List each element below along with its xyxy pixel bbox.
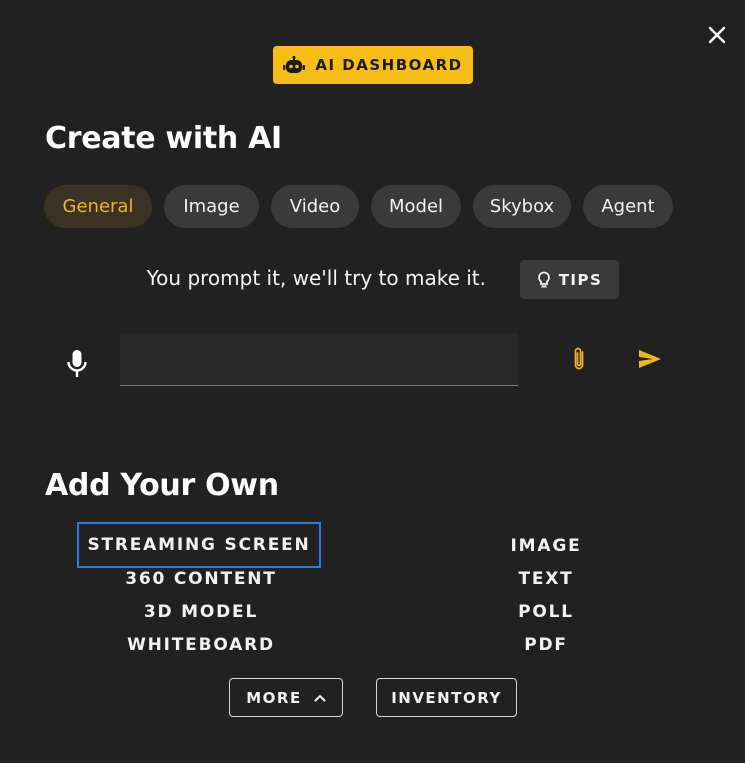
microphone-icon <box>67 350 87 377</box>
add-whiteboard[interactable]: WHITEBOARD <box>76 632 326 658</box>
send-button[interactable] <box>637 347 663 371</box>
add-image[interactable]: IMAGE <box>421 533 671 559</box>
chevron-up-icon <box>314 694 326 701</box>
attach-button[interactable] <box>568 345 590 373</box>
prompt-input[interactable] <box>120 333 518 386</box>
add-3d-model[interactable]: 3D MODEL <box>76 599 326 625</box>
tab-general[interactable]: General <box>44 185 152 228</box>
inventory-button[interactable]: INVENTORY <box>376 678 517 717</box>
lightbulb-icon <box>537 271 550 287</box>
tab-video[interactable]: Video <box>271 185 359 228</box>
paperclip-icon <box>574 347 584 370</box>
add-title: Add Your Own <box>45 468 279 503</box>
add-text[interactable]: TEXT <box>421 566 671 592</box>
ai-type-tabs: General Image Video Model Skybox Agent <box>44 185 673 228</box>
ai-dashboard-button[interactable]: AI DASHBOARD <box>273 46 473 84</box>
close-icon <box>708 26 726 44</box>
create-title: Create with AI <box>45 121 282 156</box>
add-360-content[interactable]: 360 CONTENT <box>76 566 326 592</box>
tab-model[interactable]: Model <box>371 185 461 228</box>
more-label: MORE <box>246 688 302 707</box>
tab-skybox[interactable]: Skybox <box>473 185 571 228</box>
add-poll[interactable]: POLL <box>421 599 671 625</box>
more-button[interactable]: MORE <box>229 678 343 717</box>
add-streaming-screen[interactable]: STREAMING SCREEN <box>77 522 321 568</box>
tab-agent[interactable]: Agent <box>583 185 673 228</box>
inventory-label: INVENTORY <box>391 688 502 707</box>
robot-icon <box>283 56 306 73</box>
tips-button[interactable]: TIPS <box>520 260 619 299</box>
tips-label: TIPS <box>558 270 603 289</box>
ai-dashboard-label: AI DASHBOARD <box>315 56 463 74</box>
microphone-button[interactable] <box>62 348 92 380</box>
close-button[interactable] <box>704 22 730 48</box>
send-icon <box>639 350 661 368</box>
tab-image[interactable]: Image <box>164 185 259 228</box>
prompt-hint: You prompt it, we'll try to make it. <box>146 266 486 290</box>
add-pdf[interactable]: PDF <box>421 632 671 658</box>
